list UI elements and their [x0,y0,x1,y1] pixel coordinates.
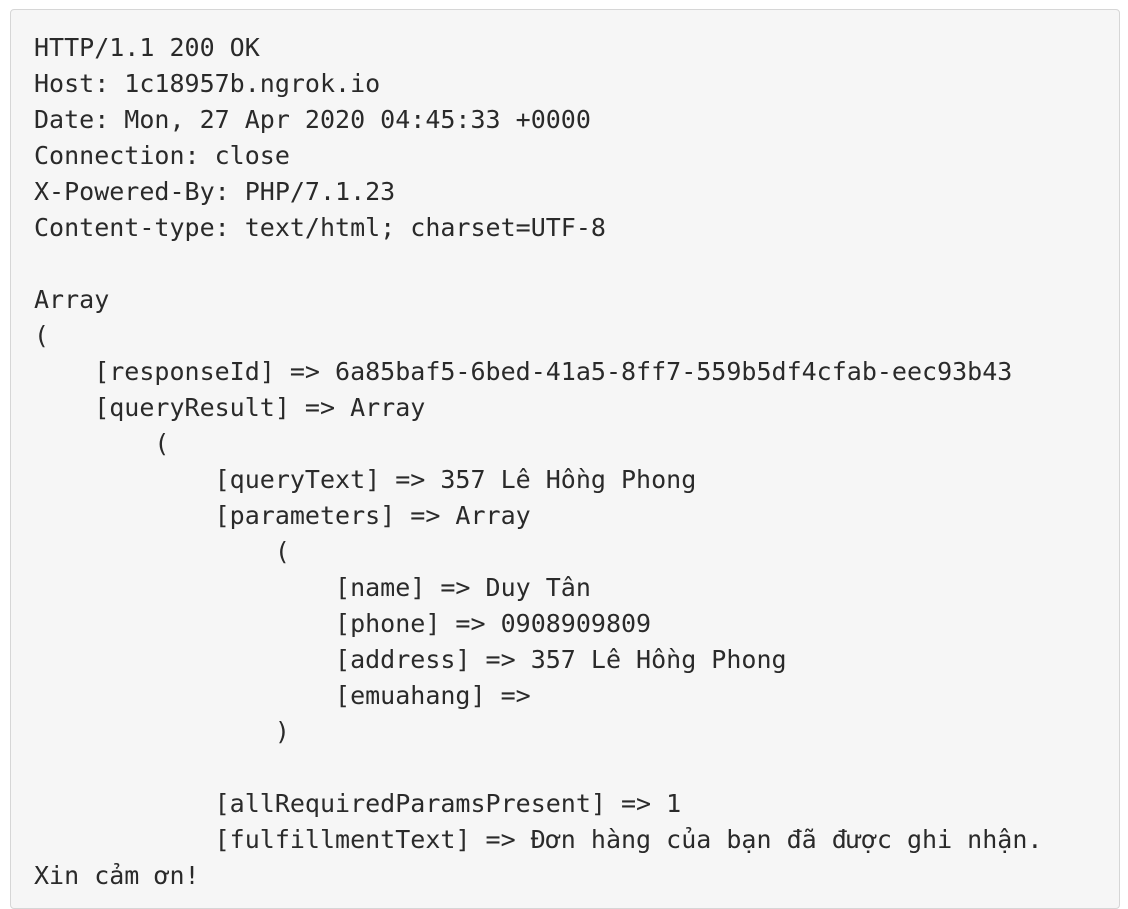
code-line: [phone] => 0908909809 [34,609,652,638]
code-line: [parameters] => Array [34,501,531,530]
code-line: Host: 1c18957b.ngrok.io [34,69,381,98]
code-line: ( [34,537,290,566]
code-line: HTTP/1.1 200 OK [34,33,260,62]
code-line: Array [34,285,110,314]
code-line: [queryText] => 357 Lê Hồng Phong [34,465,697,494]
http-response-text: HTTP/1.1 200 OK Host: 1c18957b.ngrok.io Da… [34,30,1042,894]
code-line: Connection: close [34,141,290,170]
code-line: [responseId] => 6a85baf5-6bed-41a5-8ff7-… [34,357,1013,386]
code-line: Date: Mon, 27 Apr 2020 04:45:33 +0000 [34,105,591,134]
code-line: [name] => Duy Tân [34,573,591,602]
code-line: [address] => 357 Lê Hồng Phong [34,645,787,674]
code-line: ( [34,429,170,458]
code-line: X-Powered-By: PHP/7.1.23 [34,177,396,206]
code-line: [fulfillmentText] => Đơn hàng của bạn đã… [34,825,1043,854]
code-line: [emuahang] => [34,681,531,710]
code-line: Xin cảm ơn! [34,861,200,890]
code-line: ( [34,321,50,350]
code-block: HTTP/1.1 200 OK Host: 1c18957b.ngrok.io Da… [10,9,1120,909]
code-line: ) [34,717,290,746]
code-line: [allRequiredParamsPresent] => 1 [34,789,682,818]
code-line: [queryResult] => Array [34,393,426,422]
code-line: Content-type: text/html; charset=UTF-8 [34,213,606,242]
